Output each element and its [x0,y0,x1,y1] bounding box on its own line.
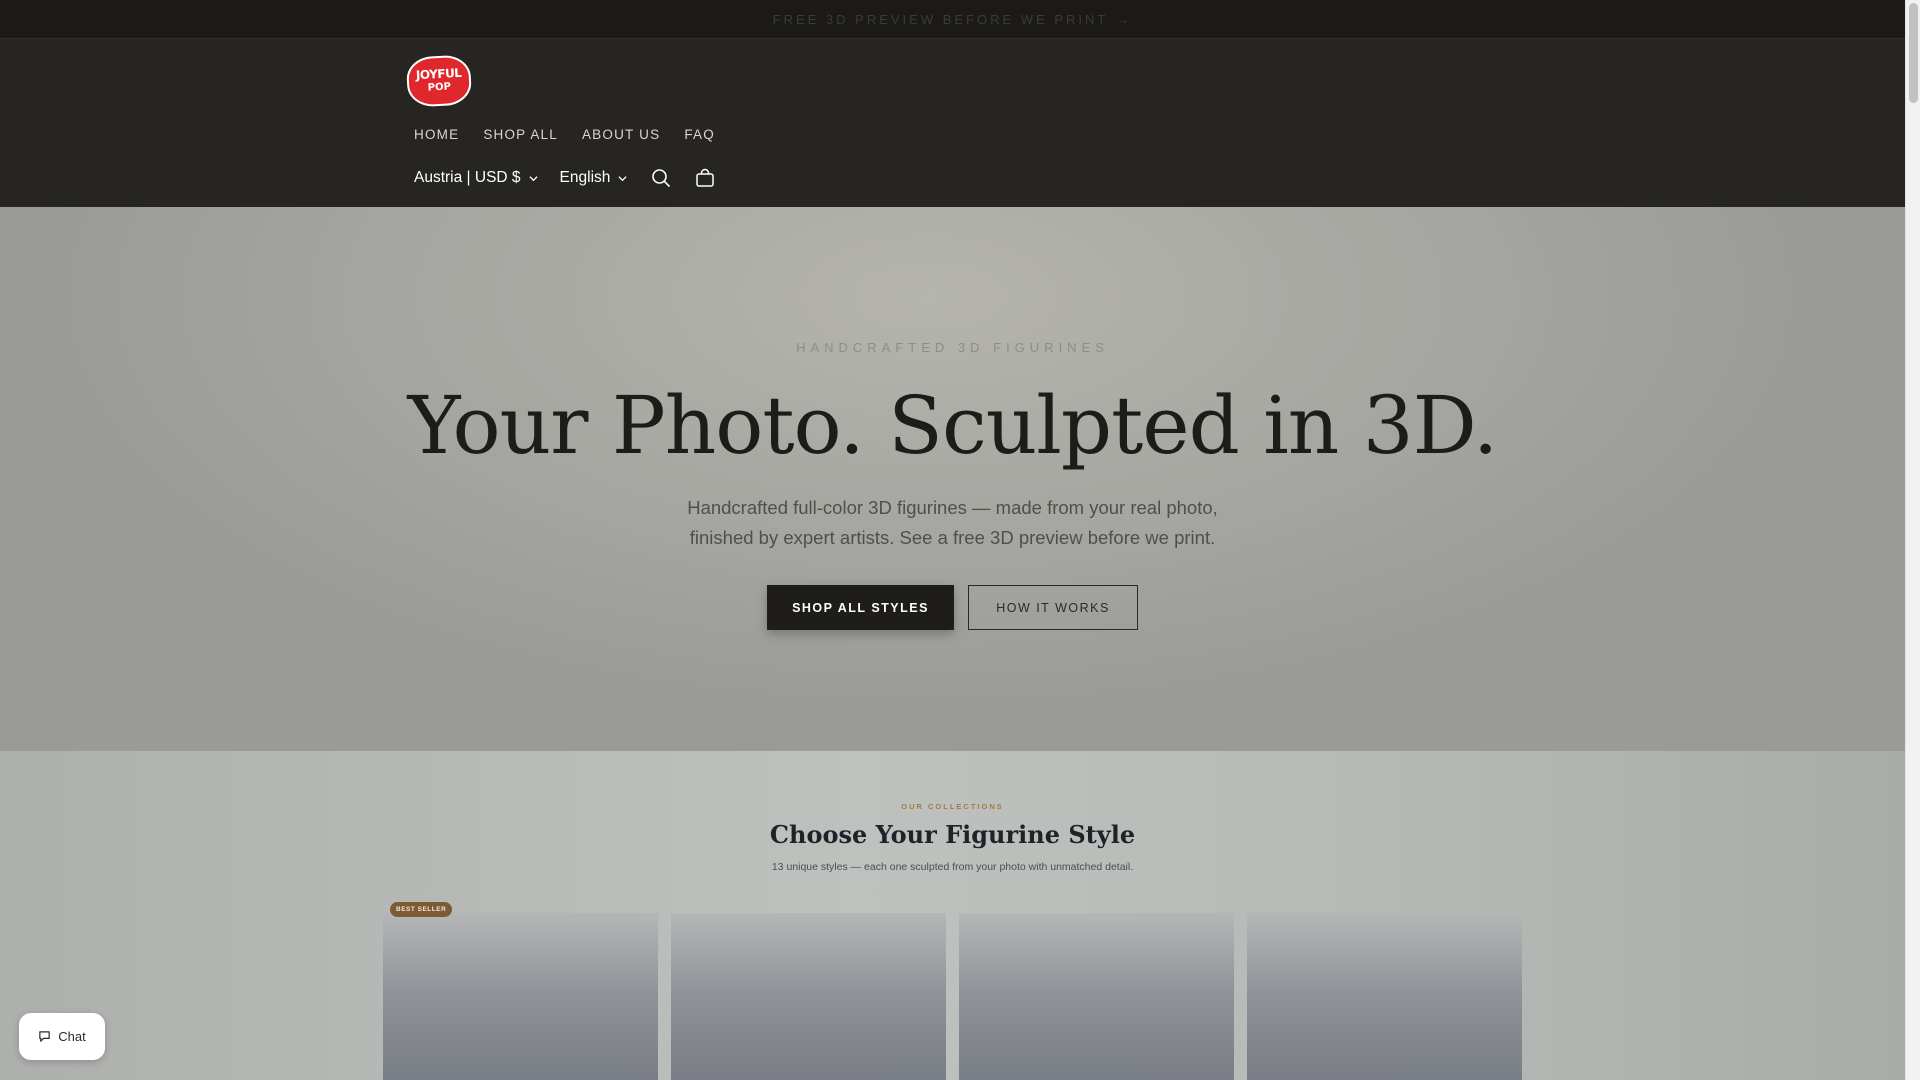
country-currency-selector[interactable]: Austria | USD $ [414,169,538,187]
collections-subtitle: 13 unique styles — each one sculpted fro… [771,861,1134,873]
search-button[interactable] [649,166,673,190]
main-nav: HOME SHOP ALL ABOUT US FAQ [414,127,739,142]
shop-all-styles-button[interactable]: SHOP ALL STYLES [767,585,954,630]
language-selector[interactable]: English [560,169,628,187]
announcement-text: FREE 3D PREVIEW BEFORE WE PRINT [772,11,1109,27]
collection-card[interactable]: BEST SELLER [383,902,658,1080]
arrow-right-icon: → [1116,11,1133,27]
header-utility: Austria | USD $ English [414,166,737,190]
hero-subtitle-line-1: Handcrafted full-color 3D figurines — ma… [687,497,1218,518]
hero-section: HANDCRAFTED 3D FIGURINES Your Photo. Scu… [0,207,1905,751]
country-currency-label: Austria | USD $ [414,169,521,186]
scrollbar-thumb[interactable] [1909,3,1918,103]
how-it-works-button[interactable]: HOW IT WORKS [968,585,1138,630]
collection-cards: BEST SELLER [383,902,1522,1080]
collection-card[interactable] [671,913,946,1080]
collections-section: OUR COLLECTIONS Choose Your Figurine Sty… [0,751,1905,1080]
brand-logo[interactable]: JOYFUL POP [405,54,473,108]
hero-title: Your Photo. Sculpted in 3D. [407,379,1499,472]
hero-buttons: SHOP ALL STYLES HOW IT WORKS [0,585,1905,630]
hero-kicker: HANDCRAFTED 3D FIGURINES [796,340,1109,355]
nav-about-us[interactable]: ABOUT US [582,127,660,142]
chat-label: Chat [58,1029,86,1044]
nav-faq[interactable]: FAQ [684,127,715,142]
announcement-bar: FREE 3D PREVIEW BEFORE WE PRINT → [0,0,1905,38]
page-scrollbar[interactable] [1905,0,1920,1080]
best-seller-badge: BEST SELLER [390,902,453,917]
collection-card[interactable] [1247,913,1522,1080]
logo-line-2: POP [427,81,452,94]
site-header: JOYFUL POP HOME SHOP ALL ABOUT US FAQ Au… [0,38,1905,207]
hero-subtitle: Handcrafted full-color 3D figurines — ma… [0,493,1905,553]
collections-title: Choose Your Figurine Style [769,820,1136,849]
chat-bubble-icon [39,1031,51,1042]
nav-shop-all[interactable]: SHOP ALL [483,127,558,142]
logo-line-1: JOYFUL [415,65,462,83]
cart-icon [696,168,715,187]
nav-home[interactable]: HOME [414,127,459,142]
chevron-down-icon [528,175,538,181]
search-icon [652,169,671,188]
collections-kicker: OUR COLLECTIONS [901,802,1004,811]
cart-button[interactable] [693,166,717,190]
collection-card[interactable] [959,913,1234,1080]
chevron-down-icon [618,175,627,181]
hero-subtitle-line-2: finished by expert artists. See a free 3… [689,527,1216,548]
language-label: English [559,169,611,186]
chat-button[interactable]: Chat [19,1013,105,1060]
